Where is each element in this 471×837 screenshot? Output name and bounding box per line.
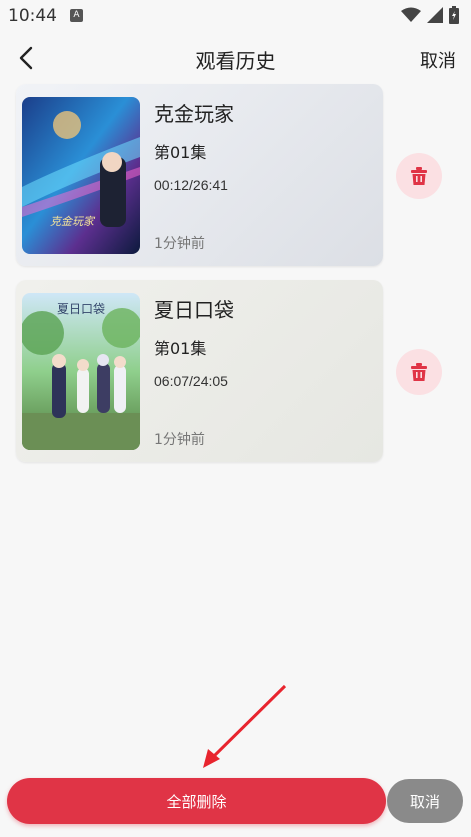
battery-icon: [449, 6, 459, 24]
status-bar: 10:44 A: [0, 0, 471, 32]
header: 观看历史 取消: [0, 36, 471, 80]
item-time-ago: 1分钟前: [154, 236, 205, 252]
bottom-cancel-button[interactable]: 取消: [387, 779, 463, 823]
history-card[interactable]: 夏日口袋 夏日口袋 第01集 06:07/24:05 1分钟前: [16, 280, 383, 462]
item-progress: 00:12/26:41: [154, 177, 228, 193]
cover-title: 夏日口袋: [57, 302, 105, 316]
history-card[interactable]: 克金玩家 克金玩家 第01集 00:12/26:41 1分钟前: [16, 84, 383, 266]
item-progress: 06:07/24:05: [154, 373, 228, 389]
cover-image: 克金玩家: [22, 97, 140, 254]
item-title: 克金玩家: [154, 102, 234, 126]
status-icons: [401, 6, 459, 24]
signal-icon: [427, 7, 443, 23]
item-time-ago: 1分钟前: [154, 432, 205, 448]
notification-icon: A: [70, 9, 83, 22]
cover-image: 夏日口袋: [22, 293, 140, 450]
status-time: 10:44: [8, 6, 57, 26]
history-item: 克金玩家 克金玩家 第01集 00:12/26:41 1分钟前: [0, 84, 471, 280]
trash-icon: [411, 363, 427, 381]
item-episode: 第01集: [154, 339, 207, 358]
history-list: 克金玩家 克金玩家 第01集 00:12/26:41 1分钟前 夏日口袋 夏日口…: [0, 84, 471, 476]
history-item: 夏日口袋 夏日口袋 第01集 06:07/24:05 1分钟前: [0, 280, 471, 476]
item-episode: 第01集: [154, 143, 207, 162]
trash-icon: [411, 167, 427, 185]
delete-item-button[interactable]: [396, 153, 442, 199]
delete-item-button[interactable]: [396, 349, 442, 395]
delete-all-button[interactable]: 全部删除: [7, 778, 386, 824]
item-title: 夏日口袋: [154, 298, 234, 322]
page-title: 观看历史: [195, 49, 276, 73]
wifi-icon: [401, 7, 421, 22]
cover-title: 克金玩家: [50, 215, 96, 228]
header-cancel-button[interactable]: 取消: [420, 47, 456, 73]
